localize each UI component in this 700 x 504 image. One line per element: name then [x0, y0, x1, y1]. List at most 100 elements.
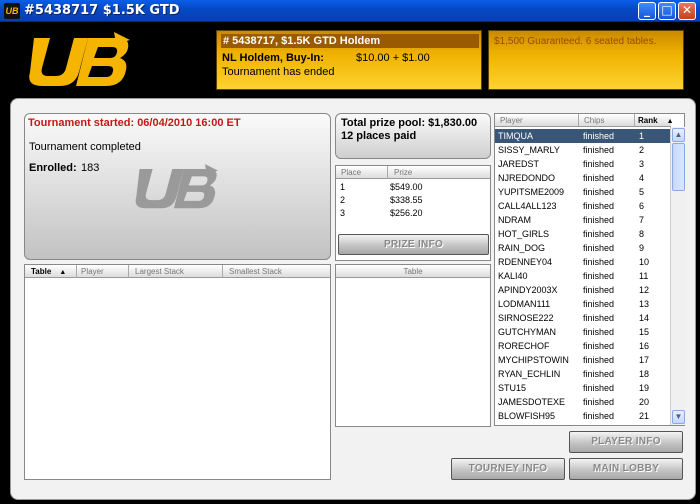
scroll-up-button[interactable]: ▲ — [672, 128, 685, 142]
player-row[interactable]: NJREDONDO finished 4 — [495, 171, 670, 185]
tables-list[interactable]: Table ▲ Player Largest Stack Smallest Sta… — [24, 264, 331, 480]
players-scrollbar[interactable]: ▲ ▼ — [670, 127, 685, 425]
player-row[interactable]: SISSY_MARLY finished 2 — [495, 143, 670, 157]
tournament-status: Tournament has ended — [222, 66, 335, 78]
tables-header-largest-stack[interactable]: Largest Stack — [129, 265, 223, 278]
player-status: finished — [583, 243, 615, 253]
player-rank: 14 — [639, 313, 650, 323]
start-time: Tournament started: 06/04/2010 16:00 ET — [28, 117, 241, 129]
player-status: finished — [583, 285, 615, 295]
player-status: finished — [583, 341, 615, 351]
player-rank: 16 — [639, 341, 650, 351]
tables-header-player[interactable]: Player — [77, 265, 129, 278]
players-header-chips[interactable]: Chips — [579, 114, 635, 127]
prize-header-prize[interactable]: Prize — [388, 166, 490, 179]
guarantee-text: $1,500 Guaranteed. 6 seated tables. — [494, 36, 657, 47]
player-status: finished — [583, 355, 615, 365]
players-header-player[interactable]: Player — [495, 114, 579, 127]
prize-info-button[interactable]: PRIZE INFO — [338, 234, 489, 255]
player-status: finished — [583, 201, 615, 211]
player-status: finished — [583, 327, 615, 337]
player-row[interactable]: LODMAN111 finished 13 — [495, 297, 670, 311]
player-name: GUTCHYMAN — [498, 327, 556, 337]
player-rank: 18 — [639, 369, 650, 379]
close-button[interactable]: ✕ — [678, 2, 696, 20]
player-rank: 17 — [639, 355, 650, 365]
player-row[interactable]: RDENNEY04 finished 10 — [495, 255, 670, 269]
player-row[interactable]: GUTCHYMAN finished 15 — [495, 325, 670, 339]
player-name: SIRNOSE222 — [498, 313, 554, 323]
prize-row: 3 $256.20 — [336, 207, 490, 220]
main-lobby-button[interactable]: MAIN LOBBY — [569, 458, 683, 480]
player-row[interactable]: JAREDST finished 3 — [495, 157, 670, 171]
places-paid: 12 places paid — [341, 130, 417, 142]
player-name: SISSY_MARLY — [498, 145, 560, 155]
player-name: TIMQUA — [498, 131, 533, 141]
player-row[interactable]: NDRAM finished 7 — [495, 213, 670, 227]
player-row[interactable]: SIRNOSE222 finished 14 — [495, 311, 670, 325]
prize-amount: $256.20 — [390, 208, 423, 218]
table-players-list[interactable]: Table — [335, 264, 491, 427]
scroll-down-button[interactable]: ▼ — [672, 410, 685, 424]
player-row[interactable]: RYAN_ECHLIN finished 18 — [495, 367, 670, 381]
minimize-button[interactable]: _ — [638, 2, 656, 20]
player-name: KALI40 — [498, 271, 528, 281]
prize-place: 2 — [340, 195, 346, 205]
player-status: finished — [583, 411, 615, 421]
scroll-thumb[interactable] — [672, 143, 685, 191]
player-status: finished — [583, 173, 615, 183]
player-rank: 13 — [639, 299, 650, 309]
player-name: RAIN_DOG — [498, 243, 546, 253]
player-rank: 8 — [639, 229, 645, 239]
player-rank: 2 — [639, 145, 645, 155]
guarantee-panel: $1,500 Guaranteed. 6 seated tables. — [488, 30, 684, 90]
player-rank: 21 — [639, 411, 650, 421]
tables-header-smallest-stack[interactable]: Smallest Stack — [223, 265, 330, 278]
player-row[interactable]: STU15 finished 19 — [495, 381, 670, 395]
title-bar[interactable]: UB #5438717 $1.5K GTD _ □ ✕ — [0, 0, 700, 22]
player-row[interactable]: TIMQUA finished 1 — [495, 129, 670, 143]
player-row[interactable]: KALI40 finished 11 — [495, 269, 670, 283]
player-row[interactable]: YUPITSME2009 finished 5 — [495, 185, 670, 199]
player-rank: 1 — [639, 131, 645, 141]
app-icon[interactable]: UB — [4, 3, 20, 19]
prize-header-place[interactable]: Place — [336, 166, 388, 179]
player-status: finished — [583, 145, 615, 155]
prize-place: 1 — [340, 182, 346, 192]
player-row[interactable]: RORECHOF finished 16 — [495, 339, 670, 353]
player-rank: 20 — [639, 397, 650, 407]
player-info-button[interactable]: PLAYER INFO — [569, 431, 683, 453]
player-row[interactable]: MYCHIPSTOWIN finished 17 — [495, 353, 670, 367]
player-row[interactable]: HOT_GIRLS finished 8 — [495, 227, 670, 241]
sort-ascending-icon: ▲ — [666, 118, 674, 125]
player-rank: 7 — [639, 215, 645, 225]
player-row[interactable]: JAMESDOTEXE finished 20 — [495, 395, 670, 409]
prize-amount: $549.00 — [390, 182, 423, 192]
ub-watermark-icon — [135, 164, 219, 209]
player-row[interactable]: RAIN_DOG finished 9 — [495, 241, 670, 255]
tournament-header-panel: # 5438717, $1.5K GTD Holdem NL Holdem, B… — [216, 30, 482, 90]
player-row[interactable]: CALL4ALL123 finished 6 — [495, 199, 670, 213]
players-list[interactable]: Player Chips Rank ▲ TIMQUA finished 1 SISSY_… — [494, 113, 685, 426]
completion-status: Tournament completed — [29, 141, 141, 153]
tables-header-table-label: Table — [31, 267, 52, 276]
player-rank: 11 — [639, 271, 649, 281]
player-row[interactable]: APINDY2003X finished 12 — [495, 283, 670, 297]
players-header-rank[interactable]: Rank ▲ — [635, 114, 674, 127]
tourney-info-button[interactable]: TOURNEY INFO — [451, 458, 565, 480]
prize-amount: $338.55 — [390, 195, 423, 205]
player-rank: 4 — [639, 173, 645, 183]
player-status: finished — [583, 257, 615, 267]
maximize-button[interactable]: □ — [658, 2, 676, 20]
player-row[interactable]: BLOWFISH95 finished 21 — [495, 409, 670, 423]
player-name: NJREDONDO — [498, 173, 556, 183]
player-name: APINDY2003X — [498, 285, 558, 295]
player-name: BLOWFISH95 — [498, 411, 556, 421]
enrolled-count: 183 — [81, 162, 100, 174]
player-name: JAMESDOTEXE — [498, 397, 566, 407]
lobby-main-panel: Tournament started: 06/04/2010 16:00 ET … — [10, 98, 696, 500]
tables-header-table[interactable]: Table ▲ — [25, 265, 77, 278]
player-status: finished — [583, 383, 615, 393]
table-players-header[interactable]: Table — [336, 265, 490, 278]
tournament-title: # 5438717, $1.5K GTD Holdem — [221, 34, 479, 48]
